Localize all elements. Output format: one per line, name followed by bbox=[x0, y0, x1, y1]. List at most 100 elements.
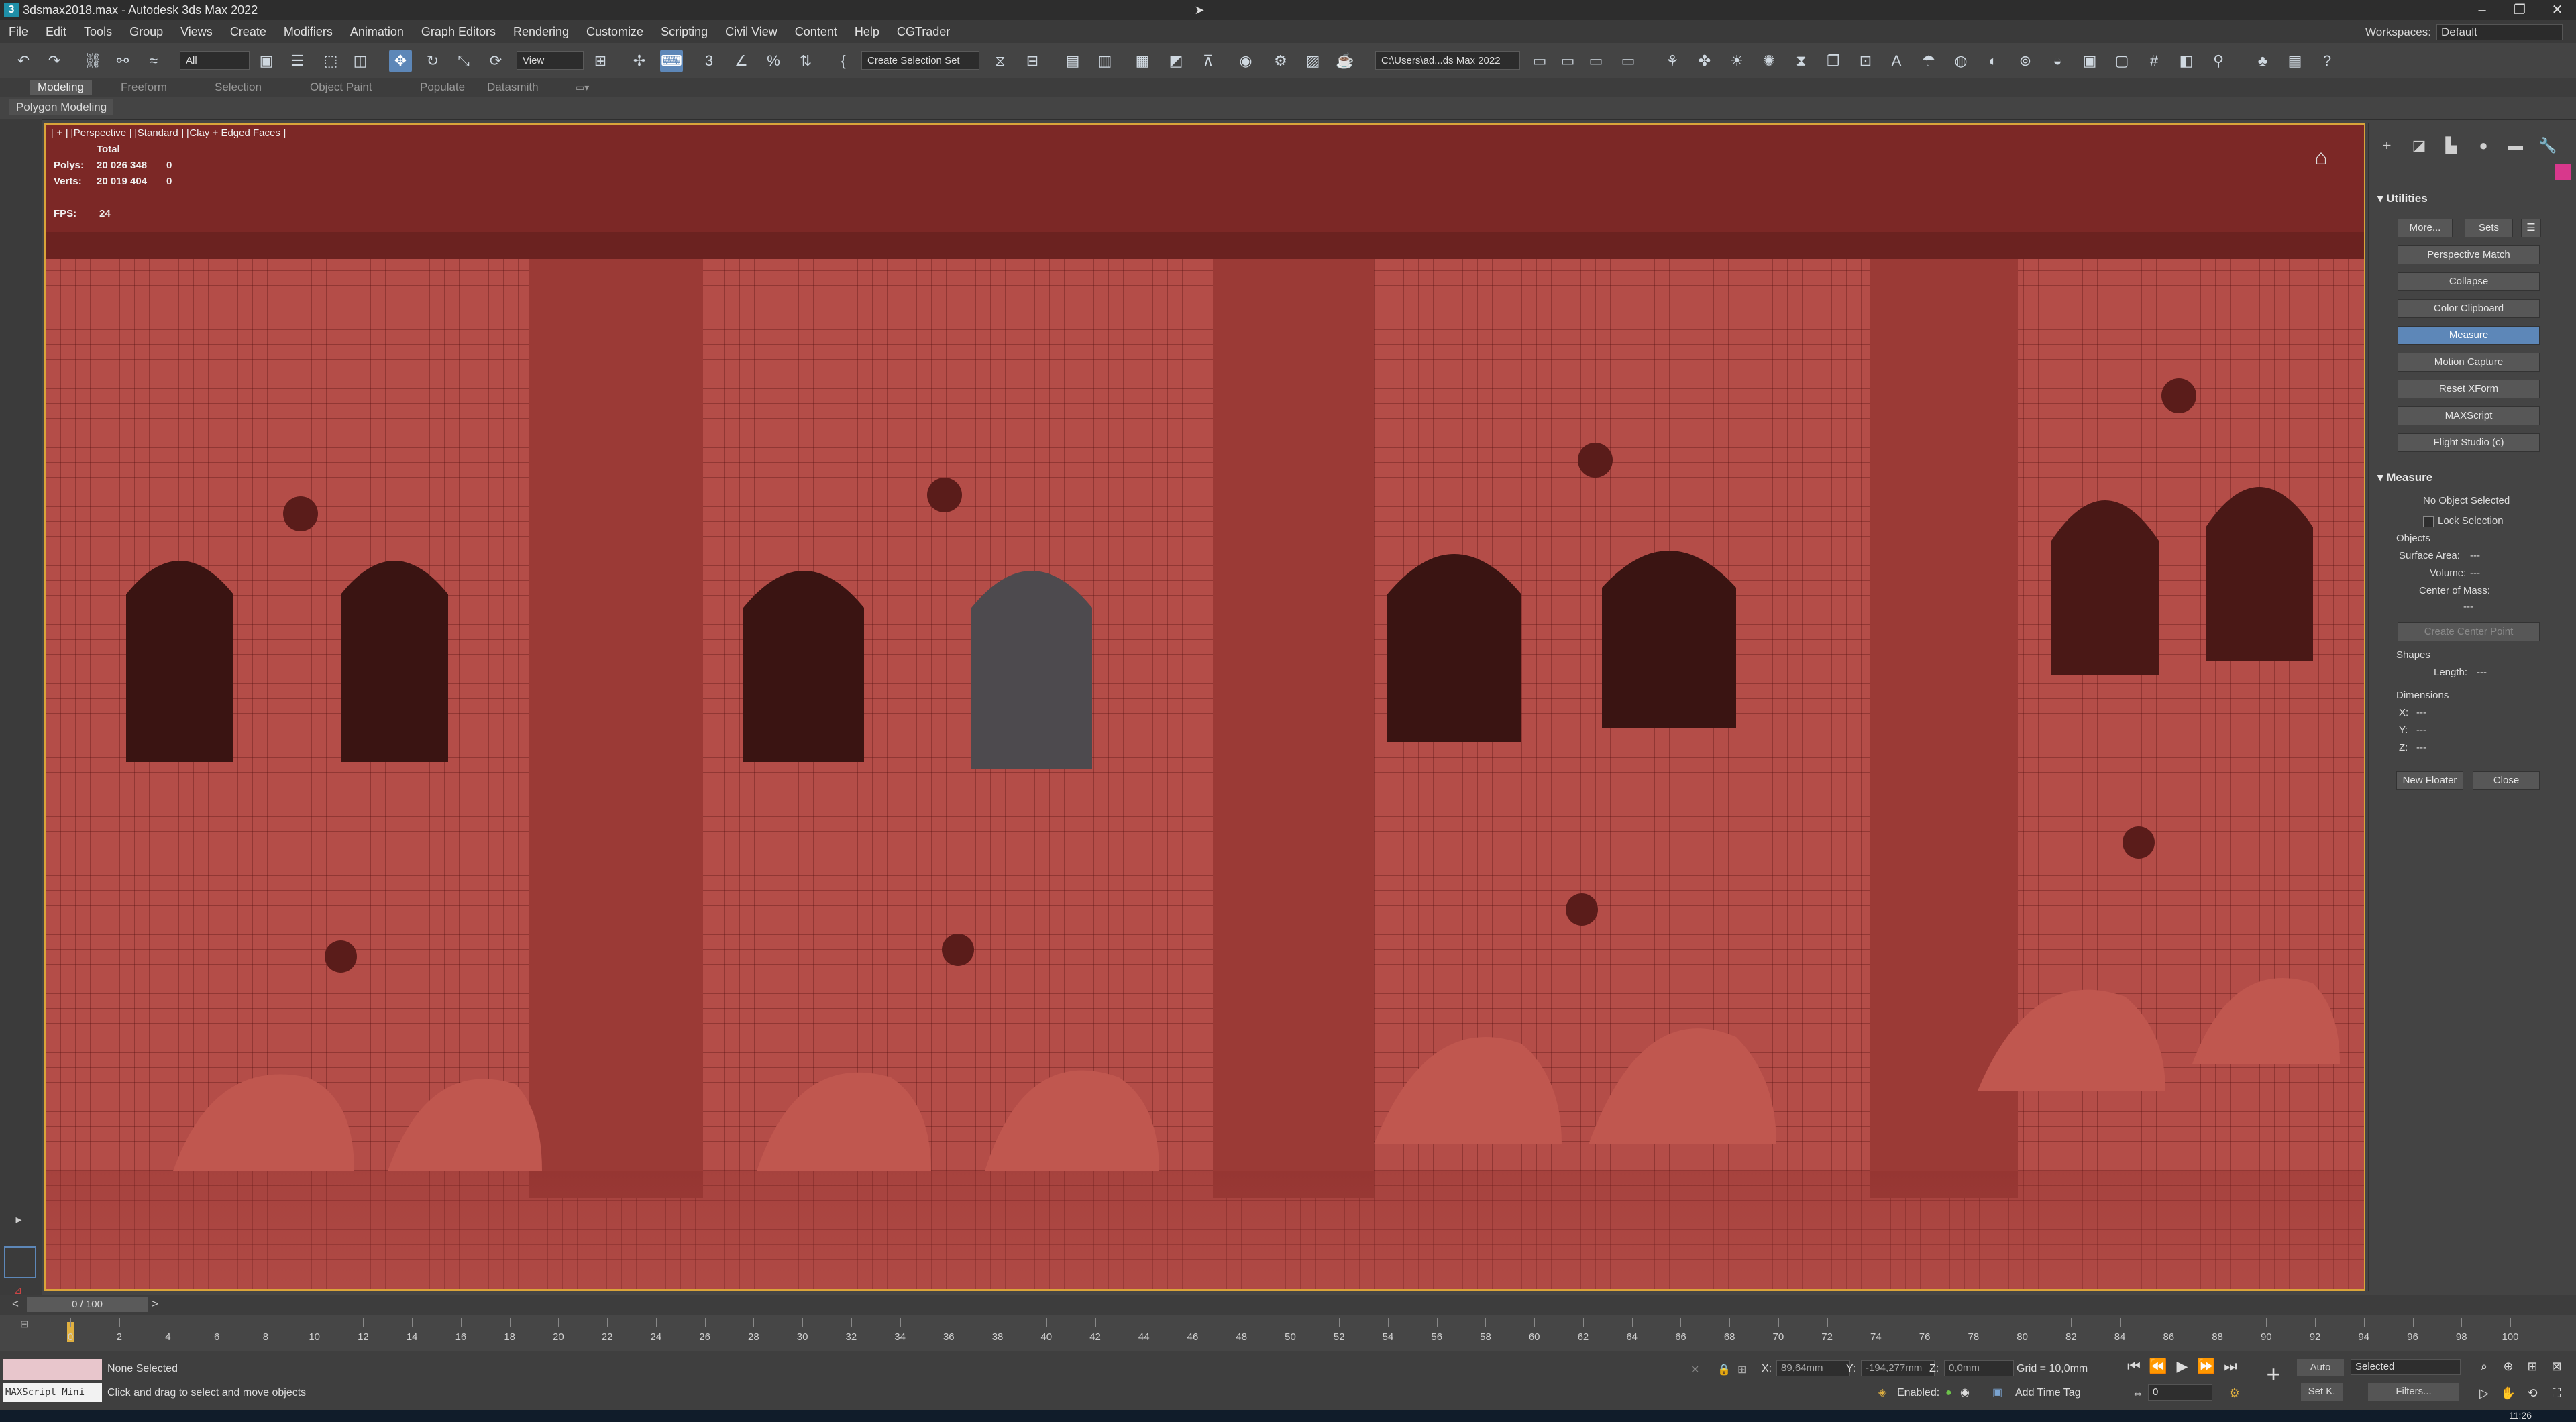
systems-icon[interactable]: ▢ bbox=[2110, 50, 2133, 72]
clone-icon[interactable]: ❐ bbox=[1822, 50, 1845, 72]
motion-tab-icon[interactable]: ● bbox=[2471, 135, 2496, 156]
menu-tools[interactable]: Tools bbox=[75, 25, 121, 39]
rectangular-selection-icon[interactable]: ⬚ bbox=[319, 50, 342, 72]
motion-capture-button[interactable]: Motion Capture bbox=[2398, 353, 2540, 372]
perspective-match-button[interactable]: Perspective Match bbox=[2398, 245, 2540, 264]
snaps-toggle-icon[interactable]: 3 bbox=[698, 50, 720, 72]
select-manipulate-icon[interactable]: ✢ bbox=[628, 50, 651, 72]
utilities-rollout-title[interactable]: ▾ Utilities bbox=[2377, 192, 2428, 205]
walkthrough-icon[interactable]: ⚲ bbox=[2207, 50, 2230, 72]
camera-icon[interactable]: ◐ bbox=[1982, 50, 2004, 72]
hair-fur-icon[interactable]: ♣ bbox=[2251, 50, 2274, 72]
key-filters-button[interactable]: Filters... bbox=[2368, 1383, 2459, 1401]
set-key-big-icon[interactable]: + bbox=[2262, 1362, 2285, 1386]
next-frame-icon[interactable]: ⏩ bbox=[2195, 1356, 2218, 1376]
pivot-center-icon[interactable]: ⊞ bbox=[589, 50, 612, 72]
key-filter-dropdown[interactable]: Selected bbox=[2351, 1359, 2461, 1375]
zoom-extents-all-icon[interactable]: ⊠ bbox=[2545, 1356, 2568, 1376]
measure-rollout-title[interactable]: ▾ Measure bbox=[2377, 471, 2432, 484]
time-tag-icon[interactable]: ◉ bbox=[1960, 1386, 1970, 1399]
go-to-start-icon[interactable]: ⏮ bbox=[2123, 1356, 2145, 1376]
z-coord-field[interactable]: 0,0mm bbox=[1944, 1360, 2014, 1376]
menu-graph-editors[interactable]: Graph Editors bbox=[413, 25, 504, 39]
pan-icon[interactable]: ✋ bbox=[2497, 1383, 2520, 1403]
maxscript-mini-listener[interactable]: MAXScript Mini bbox=[3, 1383, 102, 1402]
hierarchy-tab-icon[interactable]: ▙ bbox=[2439, 135, 2463, 156]
lock-selection-checkbox[interactable] bbox=[2423, 516, 2434, 527]
workspace-dropdown[interactable]: Default bbox=[2436, 24, 2563, 40]
rendered-frame-window-icon[interactable]: ▨ bbox=[1301, 50, 1324, 72]
new-floater-button[interactable]: New Floater bbox=[2396, 771, 2463, 790]
current-frame-field[interactable]: 0 bbox=[2148, 1384, 2212, 1401]
maxscript-button[interactable]: MAXScript bbox=[2398, 406, 2540, 425]
previous-frame-icon[interactable]: ⏪ bbox=[2147, 1356, 2169, 1376]
tab-object-paint[interactable]: Object Paint bbox=[302, 80, 380, 95]
tab-populate[interactable]: Populate bbox=[412, 80, 473, 95]
render-setup-icon[interactable]: ⚙ bbox=[1269, 50, 1292, 72]
tab-modeling[interactable]: Modeling bbox=[30, 80, 92, 95]
field-of-view-icon[interactable]: ▷ bbox=[2473, 1383, 2496, 1403]
close-measure-button[interactable]: Close bbox=[2473, 771, 2540, 790]
help-icon[interactable]: ? bbox=[2316, 50, 2339, 72]
viewport-layout-thumbnail[interactable] bbox=[4, 1246, 36, 1278]
edit-named-selection-icon[interactable]: { bbox=[832, 50, 855, 72]
create-tab-icon[interactable]: + bbox=[2375, 135, 2399, 156]
zoom-extents-icon[interactable]: ⊞ bbox=[2521, 1356, 2544, 1376]
zoom-icon[interactable]: ⌕ bbox=[2473, 1356, 2496, 1376]
menu-help[interactable]: Help bbox=[846, 25, 888, 39]
tab-selection[interactable]: Selection bbox=[207, 80, 270, 95]
selection-lock-icon[interactable]: 🔒 bbox=[1717, 1363, 1731, 1376]
menu-file[interactable]: File bbox=[0, 25, 37, 39]
expand-arrow-icon[interactable]: ▸ bbox=[9, 1213, 28, 1232]
menu-views[interactable]: Views bbox=[172, 25, 221, 39]
project-create-icon[interactable]: ▭ bbox=[1556, 50, 1579, 72]
prev-frame-arrow-icon[interactable]: < bbox=[12, 1297, 19, 1311]
display-tab-icon[interactable]: ▬ bbox=[2504, 135, 2528, 156]
select-and-move-icon[interactable]: ✥ bbox=[389, 50, 412, 72]
tab-datasmith[interactable]: Datasmith bbox=[479, 80, 547, 95]
menu-create[interactable]: Create bbox=[221, 25, 275, 39]
collapse-button[interactable]: Collapse bbox=[2398, 272, 2540, 291]
percent-snap-icon[interactable]: % bbox=[762, 50, 785, 72]
ribbon-options-icon[interactable]: ▭▾ bbox=[568, 80, 597, 95]
bind-space-warp-icon[interactable]: ≈ bbox=[142, 50, 165, 72]
grid-icon[interactable]: # bbox=[2143, 50, 2165, 72]
close-window-button[interactable]: ✕ bbox=[2538, 0, 2576, 20]
redo-icon[interactable]: ↷ bbox=[43, 50, 66, 72]
project-save-icon[interactable]: ▭ bbox=[1585, 50, 1607, 72]
viewcube-icon[interactable]: ⌂ bbox=[2300, 145, 2343, 172]
zoom-all-icon[interactable]: ⊕ bbox=[2497, 1356, 2520, 1376]
isolate-icon[interactable]: ✕ bbox=[1690, 1363, 1699, 1376]
menu-cgtrader[interactable]: CGTrader bbox=[888, 25, 959, 39]
unlink-icon[interactable]: ⚯ bbox=[111, 50, 134, 72]
time-slider[interactable]: < 0 / 100 > bbox=[0, 1295, 2576, 1315]
menu-civil-view[interactable]: Civil View bbox=[716, 25, 786, 39]
perspective-viewport[interactable]: [ + ] [Perspective ] [Standard ] [Clay +… bbox=[44, 123, 2365, 1291]
menu-modifiers[interactable]: Modifiers bbox=[275, 25, 341, 39]
maximize-viewport-icon[interactable]: ⛶ bbox=[2545, 1383, 2568, 1403]
scene-explorer-icon[interactable]: ▤ bbox=[1061, 50, 1084, 72]
key-mode-icon[interactable]: ⇔ bbox=[2127, 1383, 2149, 1403]
minimize-button[interactable]: – bbox=[2463, 0, 2501, 20]
sets-button[interactable]: Sets bbox=[2465, 219, 2513, 237]
maximize-button[interactable]: ❐ bbox=[2501, 0, 2538, 20]
reference-coordinate-dropdown[interactable]: View bbox=[517, 51, 584, 70]
spinner-snap-icon[interactable]: ⇅ bbox=[794, 50, 817, 72]
angle-snap-icon[interactable]: ∠ bbox=[730, 50, 753, 72]
helper-icon[interactable]: ◒ bbox=[2046, 50, 2069, 72]
texture-icon[interactable]: ⊡ bbox=[1854, 50, 1877, 72]
time-slider-thumb[interactable]: 0 / 100 bbox=[27, 1297, 148, 1312]
color-swatch[interactable] bbox=[2555, 164, 2571, 180]
set-key-button[interactable]: Set K. bbox=[2301, 1383, 2343, 1401]
more-button[interactable]: More... bbox=[2398, 219, 2453, 237]
modify-tab-icon[interactable]: ◪ bbox=[2407, 135, 2431, 156]
create-center-point-button[interactable]: Create Center Point bbox=[2398, 622, 2540, 641]
viewport-label[interactable]: [ + ] [Perspective ] [Standard ] [Clay +… bbox=[51, 127, 286, 139]
orbit-icon[interactable]: ⟲ bbox=[2521, 1383, 2544, 1403]
select-and-place-icon[interactable]: ⟳ bbox=[484, 50, 507, 72]
reset-xform-button[interactable]: Reset XForm bbox=[2398, 380, 2540, 398]
toggle-ribbon-icon[interactable]: ▦ bbox=[1131, 50, 1154, 72]
measure-button[interactable]: Measure bbox=[2398, 326, 2540, 345]
add-time-tag-label[interactable]: Add Time Tag bbox=[2015, 1387, 2081, 1399]
menu-scripting[interactable]: Scripting bbox=[652, 25, 716, 39]
